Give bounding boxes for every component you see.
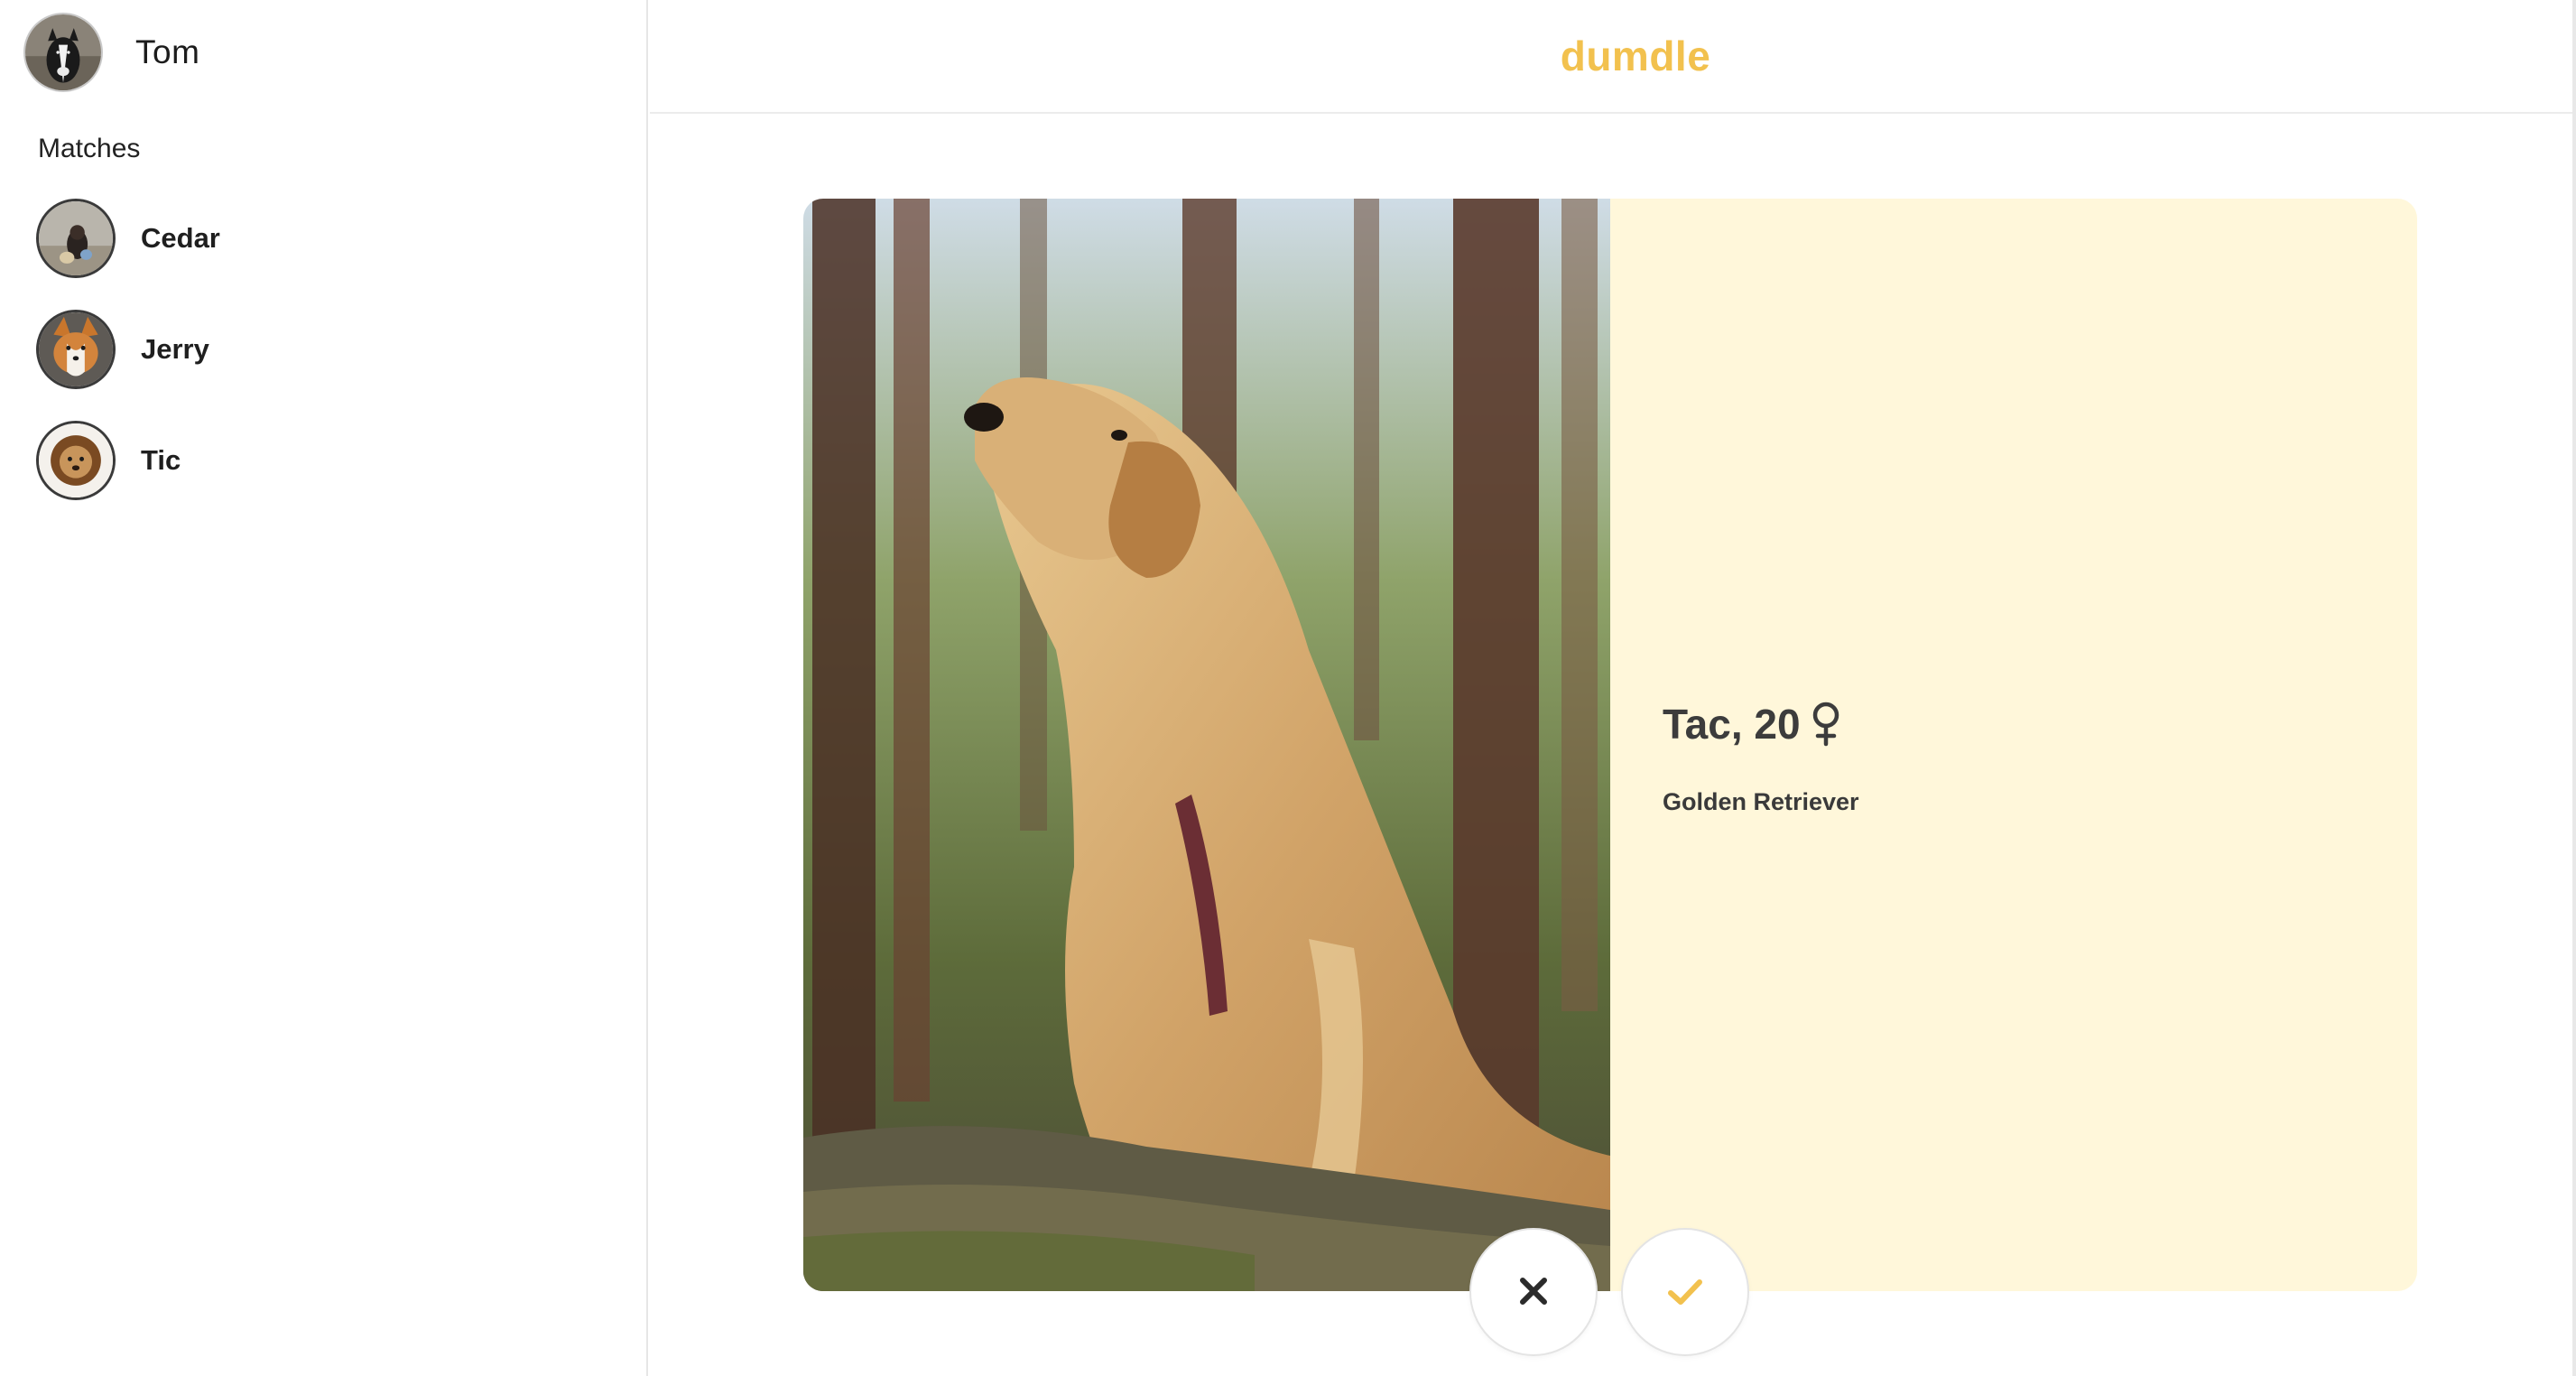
- jerry-avatar: [36, 310, 116, 389]
- profile-name-age: Tac, 20: [1663, 701, 1801, 748]
- match-name: Jerry: [141, 333, 209, 365]
- jerry-photo: [39, 312, 113, 386]
- matches-heading: Matches: [38, 134, 141, 163]
- user-header[interactable]: Tom: [23, 13, 199, 92]
- user-name: Tom: [135, 33, 200, 70]
- sidebar: Tom Matches Cedar Jerry Tic: [0, 0, 648, 1376]
- cedar-avatar: [36, 199, 116, 278]
- check-icon: [1663, 1269, 1707, 1316]
- brand-logo: dumdle: [1560, 33, 1711, 79]
- user-avatar[interactable]: [23, 13, 103, 92]
- match-item-jerry[interactable]: Jerry: [36, 310, 220, 389]
- female-icon: [1808, 701, 1844, 748]
- profile-title: Tac, 20: [1663, 700, 1844, 748]
- match-name: Cedar: [141, 222, 220, 254]
- tic-photo: [39, 423, 113, 497]
- cedar-photo: [39, 201, 113, 275]
- close-icon: [1512, 1269, 1555, 1316]
- reject-button[interactable]: [1469, 1228, 1598, 1356]
- golden-retriever-photo: [803, 199, 1610, 1291]
- match-item-cedar[interactable]: Cedar: [36, 199, 220, 278]
- profile-breed: Golden Retriever: [1663, 788, 1859, 815]
- top-bar: dumdle: [650, 0, 2576, 114]
- profile-card: Tac, 20 Golden Retriever: [803, 199, 2417, 1291]
- main-content: dumdle Tac, 20 Golden Retriever: [650, 0, 2576, 1376]
- match-name: Tic: [141, 444, 181, 476]
- border-collie-photo: [25, 14, 101, 90]
- window-edge: [2572, 0, 2576, 1376]
- match-item-tic[interactable]: Tic: [36, 421, 220, 500]
- profile-info-panel: Tac, 20 Golden Retriever: [1610, 199, 2417, 1291]
- tic-avatar: [36, 421, 116, 500]
- like-button[interactable]: [1621, 1228, 1749, 1356]
- match-list: Cedar Jerry Tic: [36, 199, 220, 532]
- profile-photo: [803, 199, 1610, 1291]
- app-window: Tom Matches Cedar Jerry Tic dumdle Tac, …: [0, 0, 2576, 1376]
